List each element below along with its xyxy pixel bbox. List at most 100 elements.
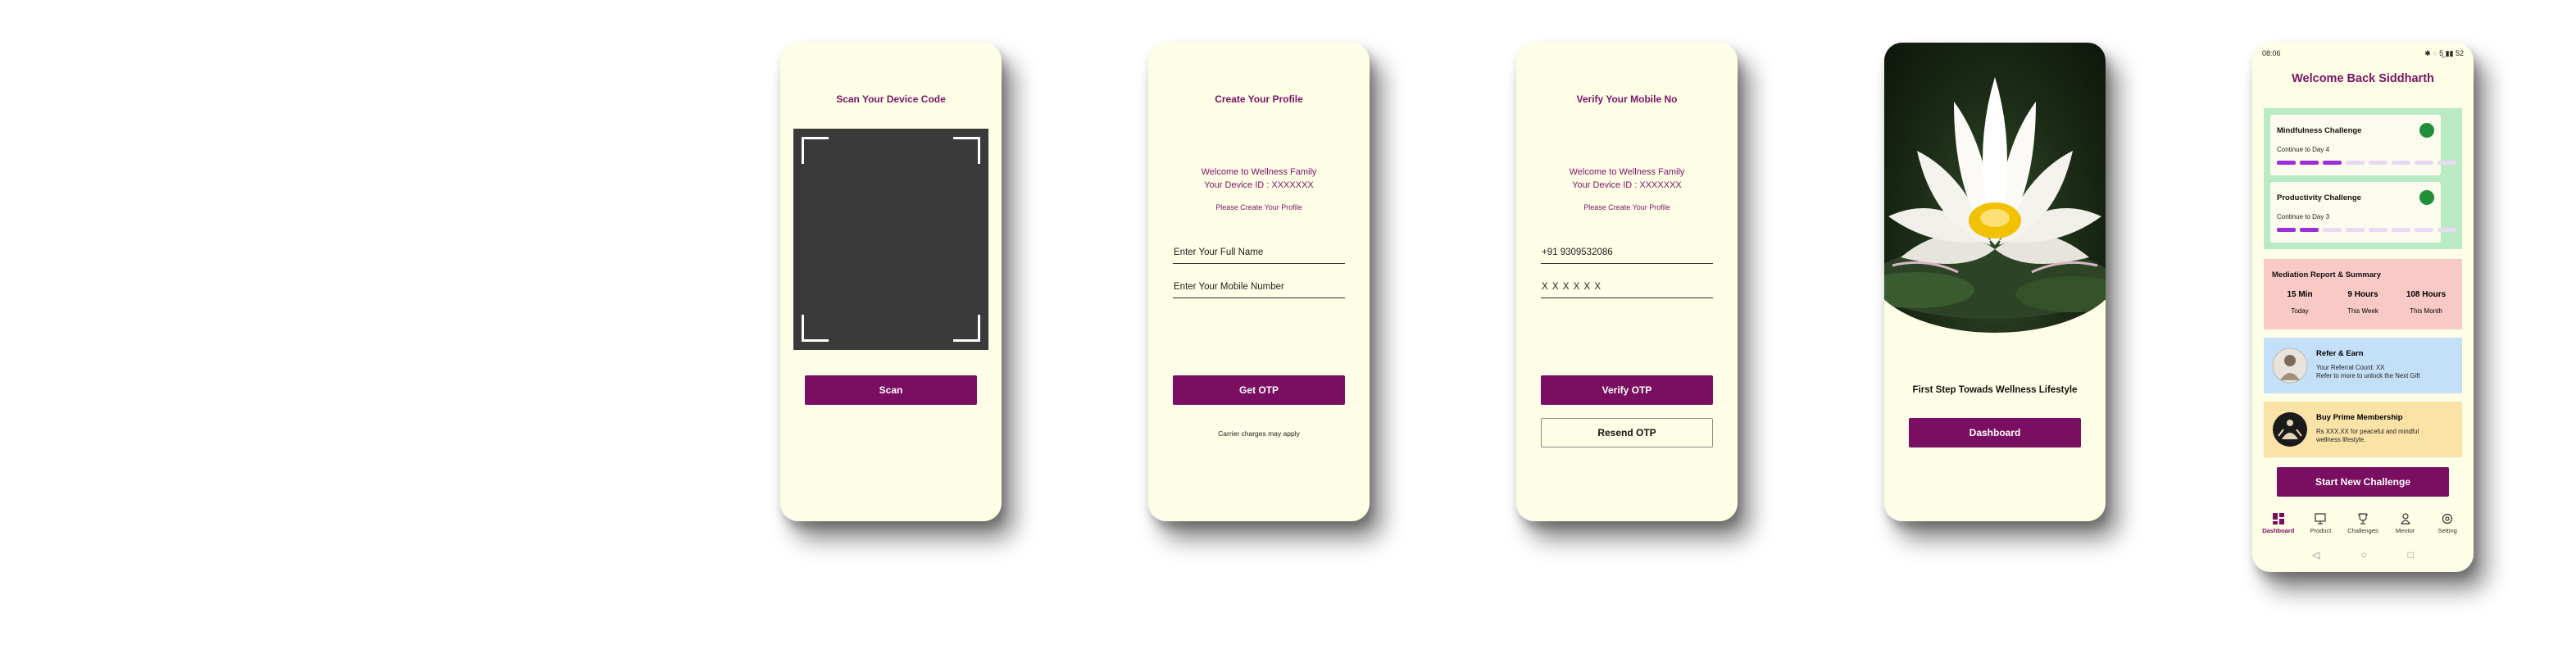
stat-week: 9 Hours This Week xyxy=(2338,290,2387,315)
nav-label: Mentor xyxy=(2395,527,2415,534)
settings-icon xyxy=(2442,513,2453,525)
get-otp-button[interactable]: Get OTP xyxy=(1173,375,1345,405)
progress-segment xyxy=(2277,161,2296,165)
scanner-corner xyxy=(802,315,829,342)
stat-label: This Month xyxy=(2410,307,2442,315)
dashboard-button[interactable]: Dashboard xyxy=(1909,418,2081,447)
prime-description: wellness lifestyle. xyxy=(2316,436,2366,443)
trophy-icon xyxy=(2357,513,2368,525)
dashboard-icon xyxy=(2272,513,2284,525)
device-id-text: Your Device ID : XXXXXXX xyxy=(1204,180,1314,190)
stat-value: 15 Min xyxy=(2287,290,2313,299)
stat-label: Today xyxy=(2291,307,2309,315)
qr-scanner-viewfinder[interactable] xyxy=(793,129,988,350)
scanner-corner xyxy=(802,137,829,164)
welcome-heading: Welcome Back Siddharth xyxy=(2292,72,2434,85)
page-title: Scan Your Device Code xyxy=(836,93,946,105)
challenge-title: Productivity Challenge xyxy=(2277,193,2361,202)
challenges-card: Mindfulness Challenge Continue to Day 4 … xyxy=(2264,108,2462,249)
progress-segment xyxy=(2346,161,2365,165)
verify-mobile-screen: Verify Your Mobile No Welcome to Wellnes… xyxy=(1516,43,1738,521)
create-profile-screen: Create Your Profile Welcome to Wellness … xyxy=(1148,43,1370,521)
progress-segment xyxy=(2437,228,2456,232)
full-name-field[interactable]: Enter Your Full Name xyxy=(1173,248,1345,264)
meditation-report-card[interactable]: Mediation Report & Summary 15 Min Today … xyxy=(2264,259,2462,329)
progress-segment xyxy=(2323,228,2342,232)
stat-month: 108 Hours This Month xyxy=(2401,290,2451,315)
challenge-subtitle: Continue to Day 3 xyxy=(2277,213,2330,220)
progress-segment xyxy=(2392,228,2410,232)
refer-avatar-icon xyxy=(2272,347,2308,384)
scan-button[interactable]: Scan xyxy=(805,375,977,405)
system-nav-bar: ◁ ○ □ xyxy=(2252,549,2474,561)
monitor-icon xyxy=(2315,513,2326,525)
scan-screen: Scan Your Device Code Scan xyxy=(780,43,1002,521)
nav-setting[interactable]: Setting xyxy=(2429,513,2465,534)
create-profile-prompt: Please Create Your Profile xyxy=(1583,203,1670,211)
mentor-icon xyxy=(2400,513,2410,525)
recents-icon[interactable]: □ xyxy=(2408,549,2414,561)
progress-segment xyxy=(2277,228,2296,232)
challenge-item[interactable]: Mindfulness Challenge Continue to Day 4 xyxy=(2270,115,2456,175)
stat-value: 9 Hours xyxy=(2347,290,2378,299)
phone-number-field[interactable]: +91 9309532086 xyxy=(1541,248,1713,264)
progress-segment xyxy=(2392,161,2410,165)
page-title: Verify Your Mobile No xyxy=(1576,93,1678,105)
progress-segment xyxy=(2346,228,2365,232)
prime-membership-card[interactable]: Buy Prime Membership Rs XXX.XX for peace… xyxy=(2264,402,2462,457)
challenge-progress xyxy=(2277,161,2456,165)
progress-segment xyxy=(2415,161,2433,165)
start-new-challenge-button[interactable]: Start New Challenge xyxy=(2277,467,2449,497)
nav-label: Product xyxy=(2310,527,2332,534)
welcome-text: Welcome to Wellness Family xyxy=(1569,167,1685,177)
stat-value: 108 Hours xyxy=(2406,290,2447,299)
refer-info: Refer to more to unlock the Next Gift xyxy=(2316,372,2420,379)
challenge-subtitle: Continue to Day 4 xyxy=(2277,146,2330,153)
nav-dashboard[interactable]: Dashboard xyxy=(2260,513,2297,534)
scanner-corner xyxy=(953,315,980,342)
bottom-nav: Dashboard Product Challenges Mentor Sett… xyxy=(2252,513,2474,534)
progress-segment xyxy=(2369,228,2387,232)
lotus-image xyxy=(1884,43,2106,333)
status-dot-icon xyxy=(2419,123,2434,138)
verify-otp-button[interactable]: Verify OTP xyxy=(1541,375,1713,405)
nav-label: Setting xyxy=(2437,527,2457,534)
carrier-charges-note: Carrier charges may apply xyxy=(1218,429,1300,438)
progress-segment xyxy=(2323,161,2342,165)
nav-mentor[interactable]: Mentor xyxy=(2387,513,2424,534)
progress-segment xyxy=(2300,228,2319,232)
create-profile-prompt: Please Create Your Profile xyxy=(1215,203,1302,211)
prime-title: Buy Prime Membership xyxy=(2316,413,2403,422)
splash-screen: First Step Towads Wellness Lifestyle Das… xyxy=(1884,43,2106,521)
otp-field[interactable]: X X X X X X xyxy=(1541,282,1713,298)
status-time: 08:06 xyxy=(2262,49,2281,57)
nav-label: Challenges xyxy=(2347,527,2378,534)
home-icon[interactable]: ○ xyxy=(2360,549,2366,561)
progress-segment xyxy=(2369,161,2387,165)
device-id-text: Your Device ID : XXXXXXX xyxy=(1572,180,1682,190)
page-title: Create Your Profile xyxy=(1215,93,1303,105)
progress-segment xyxy=(2300,161,2319,165)
status-bar: 08:06 ✱ ◌ 5̲ ▮▮ 52 xyxy=(2262,49,2464,58)
refer-earn-card[interactable]: Refer & Earn Your Referral Count: XX Ref… xyxy=(2264,338,2462,393)
welcome-text: Welcome to Wellness Family xyxy=(1201,167,1317,177)
progress-segment xyxy=(2437,161,2456,165)
report-title: Mediation Report & Summary xyxy=(2272,270,2382,279)
prime-meditation-icon xyxy=(2273,412,2307,447)
refer-count: Your Referral Count: XX xyxy=(2316,364,2385,371)
back-icon[interactable]: ◁ xyxy=(2312,549,2319,561)
scanner-corner xyxy=(953,137,980,164)
status-dot-icon xyxy=(2419,190,2434,205)
mobile-number-field[interactable]: Enter Your Mobile Number xyxy=(1173,282,1345,298)
challenge-item[interactable]: Productivity Challenge Continue to Day 3 xyxy=(2270,182,2456,243)
resend-otp-button[interactable]: Resend OTP xyxy=(1541,418,1713,447)
nav-product[interactable]: Product xyxy=(2302,513,2338,534)
splash-tagline: First Step Towads Wellness Lifestyle xyxy=(1912,385,2078,395)
nav-challenges[interactable]: Challenges xyxy=(2345,513,2381,534)
dashboard-screen: 08:06 ✱ ◌ 5̲ ▮▮ 52 Welcome Back Siddhart… xyxy=(2252,43,2474,572)
stat-today: 15 Min Today xyxy=(2275,290,2324,315)
lotus-flower-icon xyxy=(1884,77,2106,319)
challenge-title: Mindfulness Challenge xyxy=(2277,126,2362,135)
progress-segment xyxy=(2415,228,2433,232)
status-icons: ✱ ◌ 5̲ ▮▮ 52 xyxy=(2424,49,2464,57)
